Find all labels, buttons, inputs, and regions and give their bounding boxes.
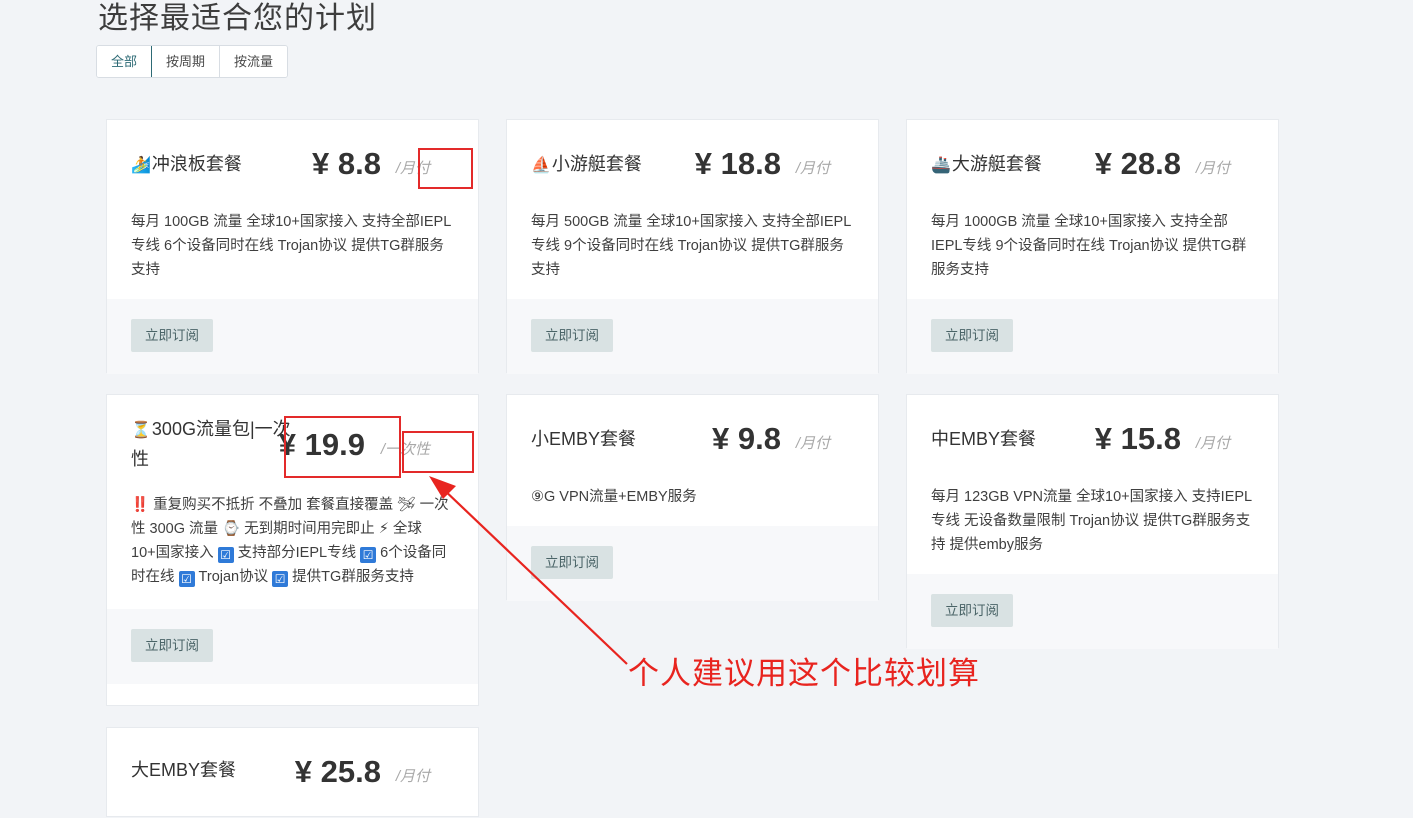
plan-name: 小EMBY套餐 [531,429,637,449]
plan-period: /月付 [795,435,830,452]
checkbox-icon: ☑ [178,571,195,587]
subscribe-button[interactable]: 立即订阅 [531,319,613,352]
plan-price: ¥ 25.8 [294,754,381,789]
plan-price: ¥ 28.8 [1094,146,1181,181]
watch-icon: ⌚ [222,521,241,537]
plan-name: 🏄冲浪板套餐 [131,154,242,174]
plan-price: ¥ 8.8 [312,146,381,181]
plan-description: 每月 100GB 流量 全球10+国家接入 支持全部IEPL专线 6个设备同时在… [131,214,452,278]
double-exclamation-icon: ‼️ [131,497,150,513]
subscribe-button[interactable]: 立即订阅 [531,546,613,579]
plan-period: /月付 [795,160,830,177]
plan-name: 中EMBY套餐 [931,429,1037,449]
plan-card-large-emby: 大EMBY套餐 ¥ 25.8 /月付 [106,727,479,817]
highlight-box-period [418,148,473,189]
subscribe-button[interactable]: 立即订阅 [131,319,213,352]
lightning-icon: ⚡ [378,521,389,537]
plan-card-large-yacht: 🚢大游艇套餐 ¥ 28.8 /月付 每月 1000GB 流量 全球10+国家接入… [906,119,1279,374]
highlight-box-one-time [402,431,474,473]
plan-description: 每月 500GB 流量 全球10+国家接入 支持全部IEPL专线 9个设备同时在… [531,214,852,278]
filter-by-traffic[interactable]: 按流量 [220,46,288,77]
annotation-text: 个人建议用这个比较划算 [628,656,980,691]
plan-name: ⛵小游艇套餐 [531,154,642,174]
filter-by-period[interactable]: 按周期 [152,46,221,77]
plan-description: ⑨G VPN流量+EMBY服务 [531,489,697,505]
checkbox-icon: ☑ [217,547,234,563]
plan-period: /月付 [1195,160,1230,177]
plan-card-medium-emby: 中EMBY套餐 ¥ 15.8 /月付 每月 123GB VPN流量 全球10+国… [906,394,1279,649]
plan-description: 每月 1000GB 流量 全球10+国家接入 支持全部IEPL专线 9个设备同时… [931,214,1247,278]
plan-description: 每月 123GB VPN流量 全球10+国家接入 支持IEPL专线 无设备数量限… [931,489,1253,553]
plan-price: ¥ 15.8 [1094,421,1181,456]
plan-card-small-emby: 小EMBY套餐 ¥ 9.8 /月付 ⑨G VPN流量+EMBY服务 立即订阅 [506,394,879,601]
airplane-icon: 🛩 [397,497,416,513]
plan-filter-tabs: 全部 按周期 按流量 [96,45,289,78]
highlight-box-price [284,416,401,478]
ship-icon: 🚢 [931,157,951,174]
plan-name: 大EMBY套餐 [131,760,237,780]
plan-period: /月付 [1195,435,1230,452]
plan-description: ‼️ 重复购买不抵折 不叠加 套餐直接覆盖 🛩 一次性 300G 流量 ⌚ 无到… [131,497,449,587]
plan-period: /月付 [395,768,430,785]
page-title: 选择最适合您的计划 [98,2,377,35]
checkbox-icon: ☑ [272,571,289,587]
plan-name: 🚢大游艇套餐 [931,154,1042,174]
plan-name: ⏳300G流量包|一次性 [131,419,291,469]
filter-all[interactable]: 全部 [97,46,153,77]
subscribe-button[interactable]: 立即订阅 [131,629,213,662]
hourglass-icon: ⏳ [131,422,151,439]
plan-card-small-yacht: ⛵小游艇套餐 ¥ 18.8 /月付 每月 500GB 流量 全球10+国家接入 … [506,119,879,374]
plan-price: ¥ 18.8 [694,146,781,181]
surfer-icon: 🏄 [131,157,151,174]
checkbox-icon: ☑ [360,547,377,563]
sailboat-icon: ⛵ [531,157,551,174]
subscribe-button[interactable]: 立即订阅 [931,319,1013,352]
plan-price: ¥ 9.8 [712,421,781,456]
subscribe-button[interactable]: 立即订阅 [931,594,1013,627]
